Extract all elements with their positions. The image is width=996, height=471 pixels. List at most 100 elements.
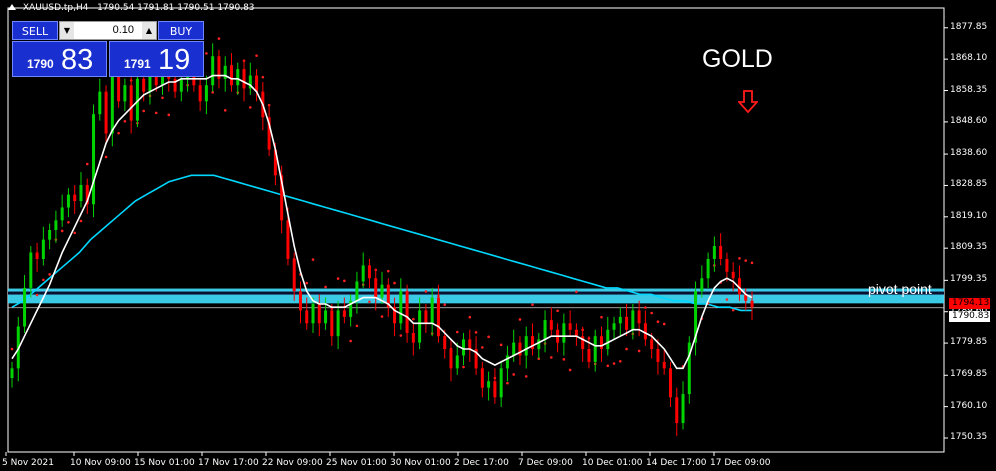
one-click-trading-panel: SELL ▼ 0.10 ▲ BUY 1790 83 1791 19 bbox=[12, 21, 204, 77]
sar-dot bbox=[255, 54, 258, 57]
y-tick-label: 1799.35 bbox=[950, 274, 988, 285]
candle-body bbox=[637, 310, 641, 324]
sar-dot bbox=[744, 259, 748, 262]
candle-body bbox=[54, 220, 58, 230]
collapse-triangle-icon[interactable] bbox=[8, 4, 16, 10]
sell-price-big: 83 bbox=[61, 44, 94, 76]
candle-body bbox=[681, 394, 685, 424]
candle-body bbox=[656, 349, 660, 362]
candle-body bbox=[606, 329, 610, 350]
sar-dot bbox=[142, 109, 145, 113]
sar-dot bbox=[575, 290, 578, 294]
candle-body bbox=[725, 258, 729, 272]
chart-header: XAUUSD.tp,H4 1790.54 1791.81 1790.51 179… bbox=[8, 3, 255, 13]
candle-body bbox=[612, 323, 616, 330]
candle-body bbox=[229, 65, 233, 86]
candle-body bbox=[336, 310, 340, 337]
candle-body bbox=[706, 258, 710, 279]
ma-fast-line bbox=[11, 74, 753, 370]
y-tick-label: 1779.85 bbox=[950, 337, 988, 348]
pivot-point-label: pivot point bbox=[868, 281, 932, 297]
sar-dot bbox=[35, 293, 39, 297]
candle-body bbox=[298, 291, 302, 311]
sar-dot bbox=[380, 315, 384, 318]
candle-body bbox=[512, 342, 516, 356]
lot-decrease-icon[interactable]: ▼ bbox=[60, 22, 74, 39]
x-tick-label: 14 Dec 17:00 bbox=[646, 458, 707, 468]
sar-dot bbox=[223, 109, 227, 112]
candle-body bbox=[330, 310, 334, 337]
candle-body bbox=[543, 320, 547, 340]
x-tick-label: 2 Dec 17:00 bbox=[454, 458, 509, 468]
sar-dot bbox=[73, 231, 77, 235]
candle-body bbox=[23, 287, 27, 327]
sar-dot bbox=[625, 347, 628, 351]
ma-fast-path bbox=[11, 74, 753, 370]
y-tick-label: 1877.85 bbox=[950, 21, 988, 32]
sar-dot bbox=[481, 346, 484, 349]
candle-body bbox=[399, 291, 403, 324]
sar-dot bbox=[512, 373, 515, 376]
buy-price-box[interactable]: 1791 19 bbox=[109, 41, 204, 77]
candle-body bbox=[424, 310, 428, 324]
sar-dot bbox=[104, 155, 108, 159]
candle-body bbox=[48, 230, 52, 240]
sar-dot bbox=[725, 298, 729, 301]
candle-body bbox=[468, 339, 472, 350]
down-arrow-icon bbox=[738, 90, 758, 114]
candle-body bbox=[79, 184, 83, 202]
candle-body bbox=[668, 368, 672, 398]
candle-body bbox=[493, 381, 497, 398]
sar-dot bbox=[750, 261, 754, 265]
ohlc-values: 1790.54 1791.81 1790.51 1790.83 bbox=[97, 3, 255, 13]
candle-body bbox=[374, 278, 378, 298]
sar-dot bbox=[662, 322, 666, 326]
sar-dot bbox=[79, 219, 83, 223]
sar-dot bbox=[556, 309, 559, 313]
sar-dot bbox=[524, 375, 528, 378]
candle-body bbox=[499, 368, 503, 398]
sar-dot bbox=[249, 106, 252, 109]
candle-body bbox=[73, 194, 77, 202]
candle-body bbox=[418, 310, 422, 343]
sell-price-box[interactable]: 1790 83 bbox=[12, 41, 107, 77]
candle-body bbox=[405, 291, 409, 333]
pivot-zone-band bbox=[8, 288, 944, 304]
buy-button[interactable]: BUY bbox=[158, 21, 204, 40]
sar-dot bbox=[518, 318, 522, 321]
candle-body bbox=[361, 265, 365, 282]
x-tick-label: 10 Nov 09:00 bbox=[70, 458, 131, 468]
sar-dot bbox=[462, 365, 465, 369]
sar-dot bbox=[656, 320, 660, 323]
sar-dot bbox=[468, 315, 472, 319]
lot-size-field[interactable]: ▼ 0.10 ▲ bbox=[59, 21, 157, 40]
sell-button[interactable]: SELL bbox=[12, 21, 58, 40]
candle-body bbox=[129, 85, 133, 121]
candle-body bbox=[324, 310, 328, 324]
candles bbox=[10, 43, 754, 436]
lot-size-value[interactable]: 0.10 bbox=[76, 22, 140, 39]
candle-body bbox=[211, 56, 215, 86]
candle-body bbox=[286, 220, 290, 259]
sar-dot bbox=[399, 334, 403, 337]
candle-body bbox=[355, 281, 359, 301]
lot-increase-icon[interactable]: ▲ bbox=[142, 22, 156, 39]
candle-body bbox=[110, 75, 114, 134]
sar-dot bbox=[506, 381, 509, 385]
sar-dot bbox=[336, 277, 340, 280]
candle-body bbox=[462, 339, 466, 356]
candle-body bbox=[587, 349, 591, 362]
x-tick-label: 22 Nov 09:00 bbox=[262, 458, 323, 468]
candle-body bbox=[104, 91, 108, 134]
sar-dot bbox=[562, 358, 566, 361]
y-tick-label: 1819.10 bbox=[950, 210, 988, 221]
x-tick-label: 5 Nov 2021 bbox=[2, 458, 54, 468]
candle-body bbox=[430, 297, 434, 324]
y-tick-label: 1868.10 bbox=[950, 53, 988, 64]
sar-dot bbox=[154, 111, 158, 115]
sar-dot bbox=[10, 347, 14, 351]
x-tick-label: 30 Nov 01:00 bbox=[390, 458, 451, 468]
candle-body bbox=[712, 246, 716, 259]
y-tick-label: 1858.35 bbox=[950, 84, 988, 95]
pivot-zone bbox=[8, 288, 944, 309]
